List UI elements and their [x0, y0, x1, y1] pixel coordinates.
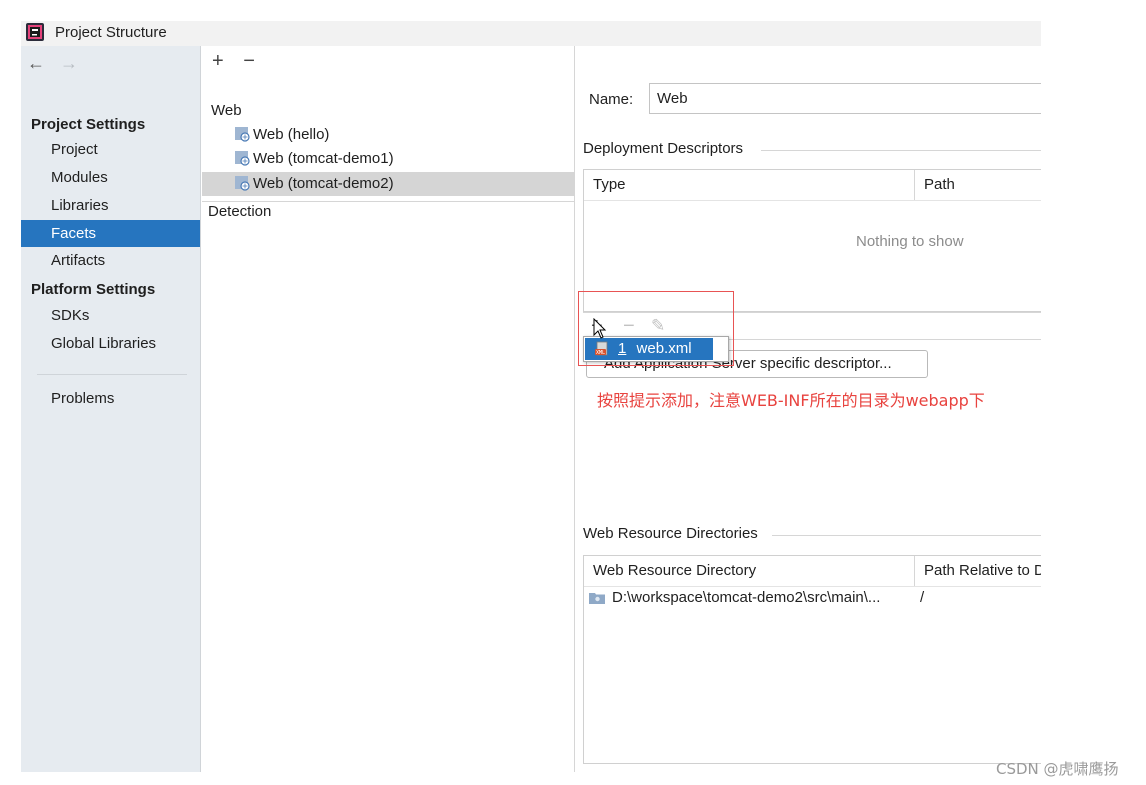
sidebar-item-modules[interactable]: Modules — [21, 164, 200, 191]
sidebar-item-artifacts[interactable]: Artifacts — [21, 247, 200, 274]
title-bar: Project Structure — [21, 21, 1041, 46]
web-facet-icon — [235, 176, 250, 191]
section-divider — [772, 535, 1041, 536]
sidebar-item-libraries[interactable]: Libraries — [21, 192, 200, 219]
column-header-path-relative[interactable]: Path Relative to Deployment Root — [915, 556, 1041, 586]
nav-arrows: ← → — [27, 53, 88, 74]
tree-item-label: Web (tomcat-demo2) — [253, 175, 394, 192]
tree-item-web-tomcat-demo1[interactable]: Web (tomcat-demo1) — [234, 147, 394, 171]
sidebar-item-facets[interactable]: Facets — [21, 220, 200, 247]
folder-icon — [589, 593, 605, 604]
column-header-type[interactable]: Type — [584, 170, 626, 200]
column-header-web-resource-directory[interactable]: Web Resource Directory — [584, 556, 756, 586]
tree-item-web-tomcat-demo2[interactable]: Web (tomcat-demo2) — [234, 172, 394, 196]
sidebar-item-problems[interactable]: Problems — [21, 385, 200, 412]
project-settings-header: Project Settings — [31, 116, 146, 133]
forward-arrow-icon[interactable]: → — [60, 53, 78, 73]
web-facet-icon — [235, 151, 250, 166]
resource-directory-path: D:\workspace\tomcat-demo2\src\main\... — [612, 589, 881, 606]
sidebar-divider — [37, 374, 187, 375]
settings-sidebar: ← → Project Settings Project Modules Lib… — [21, 46, 201, 772]
empty-table-text: Nothing to show — [856, 233, 964, 250]
add-facet-button[interactable]: + — [212, 50, 224, 72]
resource-relative-path: / — [920, 589, 925, 606]
platform-settings-header: Platform Settings — [31, 281, 156, 298]
intellij-app-icon — [26, 23, 44, 41]
detection-item[interactable]: Detection — [208, 200, 271, 224]
sidebar-item-sdks[interactable]: SDKs — [21, 302, 200, 329]
name-label: Name: — [589, 91, 634, 108]
back-arrow-icon[interactable]: ← — [27, 53, 45, 73]
facets-toolbar: + − — [212, 50, 269, 73]
remove-facet-button[interactable]: − — [243, 50, 255, 72]
column-header-path[interactable]: Path — [915, 170, 955, 200]
sidebar-item-project[interactable]: Project — [21, 136, 200, 163]
tree-item-label: Web (tomcat-demo1) — [253, 150, 394, 167]
header-underline — [584, 200, 1041, 201]
table-row[interactable]: D:\workspace\tomcat-demo2\src\main\... / — [584, 587, 1041, 609]
sidebar-item-global-libraries[interactable]: Global Libraries — [21, 330, 200, 357]
highlight-box — [578, 291, 734, 366]
facets-tree-panel: + − Web Web (hello) Web (tomcat-demo1) W… — [202, 46, 575, 772]
window-title: Project Structure — [55, 24, 167, 41]
web-facet-icon — [235, 127, 250, 142]
deployment-descriptors-title: Deployment Descriptors — [583, 140, 744, 157]
tree-item-label: Web (hello) — [253, 126, 330, 143]
name-field[interactable]: Web — [649, 83, 1041, 114]
facet-group-web[interactable]: Web — [211, 99, 242, 123]
csdn-watermark: CSDN @虎啸鹰扬 — [996, 760, 1119, 778]
instruction-annotation: 按照提示添加，注意WEB-INF所在的目录为webapp下 — [597, 391, 985, 410]
web-resource-table: Web Resource Directory Path Relative to … — [583, 555, 1041, 764]
tree-item-web-hello[interactable]: Web (hello) — [234, 123, 329, 147]
section-divider — [761, 150, 1041, 151]
web-resource-directories-title: Web Resource Directories — [583, 525, 758, 542]
